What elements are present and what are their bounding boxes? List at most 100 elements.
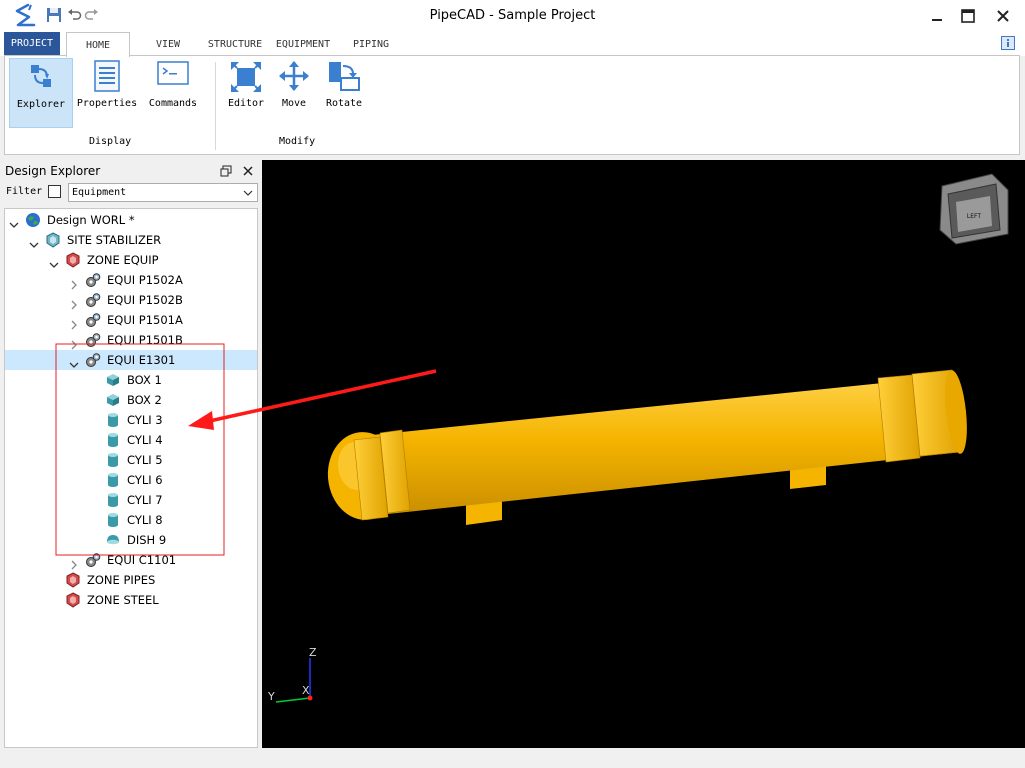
chevron-down-icon[interactable] xyxy=(9,216,19,228)
tree-node[interactable]: CYLI 3 xyxy=(89,410,255,430)
chevron-down-icon[interactable] xyxy=(29,236,39,248)
tree-node[interactable]: ZONE EQUIP xyxy=(49,250,255,270)
tree-node[interactable]: ZONE PIPES xyxy=(49,570,255,590)
tree-node[interactable]: CYLI 5 xyxy=(89,450,255,470)
display-group-label: Display xyxy=(89,136,132,147)
tree-node-label: DISH 9 xyxy=(127,533,167,547)
tab-view[interactable]: VIEW xyxy=(146,32,190,56)
cylinder-icon xyxy=(105,472,121,488)
tab-equipment[interactable]: EQUIPMENT xyxy=(272,32,334,56)
axis-x-label: X xyxy=(302,684,310,697)
tab-home[interactable]: HOME xyxy=(66,32,130,57)
tree-node-label: EQUI P1502B xyxy=(107,293,183,307)
tree-node-label: EQUI C1101 xyxy=(107,553,177,567)
filter-label: Filter xyxy=(6,186,43,197)
3d-viewport[interactable]: LEFT Z Y X xyxy=(262,160,1025,748)
ribbon-tabs: PROJECT HOME VIEW STRUCTURE EQUIPMENT PI… xyxy=(0,32,1025,57)
tree-node[interactable]: ZONE STEEL xyxy=(49,590,255,610)
tree-node[interactable]: DISH 9 xyxy=(89,530,255,550)
commands-label: Commands xyxy=(148,98,198,109)
tree-node-label: ZONE EQUIP xyxy=(87,253,159,267)
filter-selected-value: Equipment xyxy=(72,187,127,198)
explorer-title: Design Explorer xyxy=(5,164,101,178)
tab-piping[interactable]: PIPING xyxy=(346,32,396,56)
close-panel-icon[interactable] xyxy=(242,165,254,177)
chevron-down-icon[interactable] xyxy=(69,356,79,368)
tab-project[interactable]: PROJECT xyxy=(4,32,60,56)
rotate-label: Rotate xyxy=(325,98,363,109)
equipment-icon xyxy=(85,332,101,348)
move-button[interactable]: Move xyxy=(271,58,317,130)
model-view: LEFT Z Y X xyxy=(267,173,1009,703)
tree-node-label: Design WORL * xyxy=(47,213,135,227)
chevron-down-icon xyxy=(243,190,253,196)
explorer-label: Explorer xyxy=(16,99,66,110)
tree-node[interactable]: SITE STABILIZER xyxy=(29,230,255,250)
zone-icon xyxy=(65,252,81,268)
heat-exchanger-shell[interactable] xyxy=(362,376,962,516)
close-window-button[interactable] xyxy=(988,4,1018,28)
design-tree: Design WORL * SITE STABILIZER ZONE EQUIP EQ… xyxy=(4,208,258,748)
view-cube[interactable]: LEFT xyxy=(939,173,1009,245)
terminal-icon xyxy=(157,61,189,85)
commands-button[interactable]: Commands xyxy=(141,58,205,130)
ribbon-separator xyxy=(215,62,216,150)
chevron-right-icon[interactable] xyxy=(69,556,79,570)
tree-node[interactable]: Design WORL * xyxy=(9,210,255,230)
chevron-right-icon[interactable] xyxy=(69,296,79,310)
tree-node-label: CYLI 3 xyxy=(127,413,163,427)
explorer-button[interactable]: Explorer xyxy=(9,58,73,128)
chevron-right-icon[interactable] xyxy=(69,276,79,290)
rotate-icon xyxy=(329,62,360,91)
chevron-right-icon[interactable] xyxy=(69,316,79,330)
tree-node[interactable]: EQUI P1502B xyxy=(69,290,255,310)
dish-icon xyxy=(105,532,121,548)
title-bar: PipeCAD - Sample Project xyxy=(0,0,1025,32)
tree-node[interactable]: EQUI C1101 xyxy=(69,550,255,570)
tree-node[interactable]: EQUI P1501B xyxy=(69,330,255,350)
tree-node[interactable]: CYLI 8 xyxy=(89,510,255,530)
axis-y-label: Y xyxy=(267,690,275,703)
maximize-icon xyxy=(961,9,975,23)
tree-node[interactable]: BOX 1 xyxy=(89,370,255,390)
tree-node-label: EQUI E1301 xyxy=(107,353,176,367)
tree-node-label: EQUI P1501B xyxy=(107,333,183,347)
axis-z-label: Z xyxy=(309,646,317,659)
tree-node[interactable]: CYLI 4 xyxy=(89,430,255,450)
tree-node[interactable]: CYLI 7 xyxy=(89,490,255,510)
equipment-icon xyxy=(85,272,101,288)
site-icon xyxy=(45,232,61,248)
move-icon xyxy=(279,61,309,91)
filter-dropdown[interactable]: Equipment xyxy=(68,183,258,202)
tree-node[interactable]: EQUI P1501A xyxy=(69,310,255,330)
info-icon[interactable] xyxy=(1001,36,1015,50)
chevron-right-icon[interactable] xyxy=(69,336,79,350)
design-explorer-panel: Design Explorer Filter Equipment Design … xyxy=(0,160,262,748)
explorer-header: Design Explorer xyxy=(4,162,258,180)
tree-node[interactable]: CYLI 6 xyxy=(89,470,255,490)
left-flange[interactable] xyxy=(353,429,411,521)
cylinder-icon xyxy=(105,492,121,508)
tab-structure[interactable]: STRUCTURE xyxy=(204,32,266,56)
tree-node-label: CYLI 4 xyxy=(127,433,163,447)
tree-node[interactable]: EQUI P1502A xyxy=(69,270,255,290)
minimize-button[interactable] xyxy=(922,4,952,28)
equipment-icon xyxy=(85,352,101,368)
editor-button[interactable]: Editor xyxy=(221,58,271,130)
equipment-icon xyxy=(85,552,101,568)
equipment-icon xyxy=(85,312,101,328)
properties-button[interactable]: Properties xyxy=(75,58,139,130)
view-cube-label: LEFT xyxy=(967,213,981,220)
filter-checkbox[interactable] xyxy=(48,185,61,198)
tree-node[interactable]: BOX 2 xyxy=(89,390,255,410)
globe-icon xyxy=(25,212,41,228)
tree-node-label: CYLI 5 xyxy=(127,453,163,467)
tree-node-label: ZONE PIPES xyxy=(87,573,156,587)
chevron-down-icon[interactable] xyxy=(49,256,59,268)
float-panel-icon[interactable] xyxy=(220,165,232,177)
maximize-button[interactable] xyxy=(953,4,983,28)
properties-icon xyxy=(94,60,120,92)
zone-icon xyxy=(65,572,81,588)
rotate-button[interactable]: Rotate xyxy=(321,58,367,130)
tree-node[interactable]: EQUI E1301 xyxy=(5,350,257,370)
